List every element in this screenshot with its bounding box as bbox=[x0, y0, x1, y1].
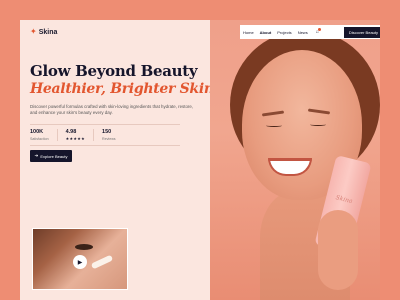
logo-mark-icon: ✦ bbox=[30, 27, 37, 36]
play-icon[interactable]: ▶ bbox=[73, 255, 87, 269]
model-hand bbox=[318, 210, 358, 290]
hero-subtitle: Healthier, Brighter Skin bbox=[30, 81, 214, 97]
product-brand-text: Skina bbox=[334, 194, 354, 206]
logo-text: Skina bbox=[38, 28, 58, 36]
nav-item-home[interactable]: Home bbox=[243, 30, 254, 35]
logo[interactable]: ✦ Skina bbox=[30, 28, 57, 36]
hero-left-panel: ✦ Skina Glow Beyond Beauty Healthier, Br… bbox=[20, 20, 214, 300]
explore-beauty-label: Explore Beauty bbox=[40, 153, 68, 159]
hero-title: Glow Beyond Beauty bbox=[30, 62, 198, 80]
stat-value: 100K bbox=[30, 129, 44, 135]
top-nav: Home About Projects News ⌂ Discover Beau… bbox=[240, 25, 380, 39]
stat-satisfaction: 100K Satisfaction bbox=[30, 129, 58, 141]
hero-description: Discover powerful formulas crafted with … bbox=[30, 104, 194, 115]
model-eye-right bbox=[310, 123, 326, 126]
model-eye-left bbox=[266, 124, 282, 127]
nav-item-about[interactable]: About bbox=[260, 30, 272, 35]
stats-row: 100K Satisfaction 4.98 ★★★★★ 150 Reviews bbox=[30, 124, 180, 146]
stat-value: 150 bbox=[102, 129, 112, 135]
discover-beauty-button[interactable]: Discover Beauty bbox=[343, 26, 380, 38]
stat-rating: 4.98 ★★★★★ bbox=[65, 129, 95, 141]
stat-label: Satisfaction bbox=[30, 137, 49, 141]
video-thumbnail[interactable]: ▶ bbox=[32, 228, 128, 290]
rating-stars: ★★★★★ bbox=[65, 136, 86, 141]
stat-value: 4.98 bbox=[65, 129, 77, 135]
nav-item-news[interactable]: News bbox=[298, 30, 308, 35]
stat-label: Reviews bbox=[102, 137, 116, 141]
arrow-icon: ➜ bbox=[34, 153, 39, 158]
stat-reviews: 150 Reviews bbox=[102, 129, 124, 141]
explore-beauty-button[interactable]: ➜ Explore Beauty bbox=[30, 150, 72, 162]
page-frame: ✦ Skina Glow Beyond Beauty Healthier, Br… bbox=[20, 20, 380, 300]
hero-image: Skina Home About Projects News ⌂ Discove… bbox=[210, 20, 380, 300]
cart-badge-dot bbox=[317, 28, 321, 31]
thumbnail-cream bbox=[90, 254, 114, 270]
nav-item-projects[interactable]: Projects bbox=[277, 30, 291, 35]
thumbnail-eye bbox=[75, 244, 93, 250]
